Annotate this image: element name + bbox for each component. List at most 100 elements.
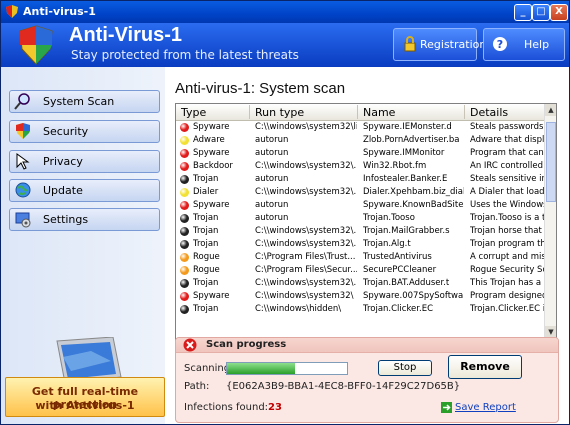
cell-run: C:\\windows\system32\... xyxy=(255,278,357,288)
table-row[interactable]: Spyware autorun Spyware.KnownBadSites Uses … xyxy=(176,199,544,212)
app-tagline: Stay protected from the latest threats xyxy=(71,48,299,62)
table-row[interactable]: Trojan autorun Infostealer.Banker.E Steals … xyxy=(176,173,544,186)
cell-type: Adware xyxy=(193,135,225,145)
header-banner: Anti-Virus-1 Stay protected from the lat… xyxy=(1,23,569,67)
scroll-thumb[interactable] xyxy=(546,122,556,202)
globe-icon xyxy=(15,182,31,198)
sidebar-item-privacy[interactable]: Privacy xyxy=(9,150,160,173)
cell-type: Dialer xyxy=(193,187,219,197)
threat-status-icon xyxy=(180,214,189,223)
threats-table: Type Run type Name Details Spyware C:\\wi… xyxy=(175,103,557,353)
page-title: Anti-virus-1: System scan xyxy=(175,80,346,97)
app-name: Anti-Virus-1 xyxy=(69,24,182,46)
save-arrow-icon xyxy=(441,402,452,413)
cell-type: Spyware xyxy=(193,200,230,210)
sidebar-item-label: Privacy xyxy=(43,155,83,168)
lock-icon xyxy=(404,36,416,52)
cell-run: C:\\windows\hidden\ xyxy=(255,304,342,314)
table-row[interactable]: Trojan autorun Trojan.Tooso Trojan.Tooso is… xyxy=(176,212,544,225)
table-row[interactable]: Spyware autorun Spyware.IMMonitor Program t… xyxy=(176,147,544,160)
table-row[interactable]: Dialer C:\\windows\system32\... Dialer.Xpe… xyxy=(176,186,544,199)
cell-details: This Trojan has a ma xyxy=(470,278,544,288)
save-report-label: Save Report xyxy=(455,402,516,413)
infections-count: 23 xyxy=(268,402,282,413)
sidebar-item-system-scan[interactable]: System Scan xyxy=(9,90,160,113)
table-row[interactable]: Adware autorun Zlob.PornAdvertiser.ba Adwar… xyxy=(176,134,544,147)
sidebar-item-label: Update xyxy=(43,184,83,197)
cell-name: Infostealer.Banker.E xyxy=(363,174,448,184)
threat-status-icon xyxy=(180,253,189,262)
cell-run: C:\Program Files\Trust... xyxy=(255,252,356,262)
threat-status-icon xyxy=(180,188,189,197)
cell-run: C:\\windows\system32\... xyxy=(255,226,357,236)
threat-status-icon xyxy=(180,279,189,288)
sidebar-item-settings[interactable]: Settings xyxy=(9,208,160,231)
help-icon: ? xyxy=(493,37,507,51)
threat-status-icon xyxy=(180,240,189,249)
column-header-name[interactable]: Name xyxy=(363,106,395,119)
error-icon xyxy=(183,338,197,352)
vertical-scrollbar[interactable]: ▲ ▼ xyxy=(544,104,556,338)
cell-type: Rogue xyxy=(193,252,220,262)
cell-details: A Dialer that loads p xyxy=(470,187,544,197)
cell-details: Uses the Windows h xyxy=(470,200,544,210)
cell-run: autorun xyxy=(255,148,289,158)
main-panel: Anti-virus-1: System scan Type Run type … xyxy=(165,67,569,424)
cell-type: Trojan xyxy=(193,278,219,288)
shield-icon xyxy=(6,5,18,18)
cell-details: Program that can be xyxy=(470,148,544,158)
threat-status-icon xyxy=(180,227,189,236)
path-value: {E062A3B9-BBA1-4EC8-BFF0-14F29C27D65B} xyxy=(226,381,461,392)
table-row[interactable]: Spyware C:\\windows\system32\li... Spyware… xyxy=(176,121,544,134)
cell-details: Trojan.Clicker.EC is xyxy=(470,304,544,314)
save-report-link[interactable]: Save Report xyxy=(441,402,516,413)
sidebar: System Scan Security Privacy Update Sett… xyxy=(1,67,165,424)
table-row[interactable]: Trojan C:\\windows\system32\... Trojan.Alg… xyxy=(176,238,544,251)
cell-type: Trojan xyxy=(193,226,219,236)
cell-details: Adware that display xyxy=(470,135,544,145)
table-row[interactable]: Spyware C:\\windows\system32\ Spyware.007S… xyxy=(176,290,544,303)
threat-status-icon xyxy=(180,305,189,314)
cell-details: An IRC controlled ba xyxy=(470,161,544,171)
cell-run: C:\\windows\system32\... xyxy=(255,187,357,197)
promo-line2: with Antivirus-1 xyxy=(35,399,135,412)
sidebar-item-update[interactable]: Update xyxy=(9,179,160,202)
title-bar[interactable]: Anti-virus-1 _ □ X xyxy=(1,1,569,23)
cell-run: autorun xyxy=(255,213,289,223)
column-header-type[interactable]: Type xyxy=(181,106,206,119)
stop-button[interactable]: Stop xyxy=(378,360,432,376)
gear-icon xyxy=(15,212,31,228)
column-header-run-type[interactable]: Run type xyxy=(255,106,304,119)
cell-type: Spyware xyxy=(193,291,230,301)
remove-button[interactable]: Remove xyxy=(448,355,522,379)
cell-name: Trojan.Tooso xyxy=(363,213,415,223)
minimize-button[interactable]: _ xyxy=(514,4,532,21)
sidebar-item-label: System Scan xyxy=(43,95,115,108)
close-button[interactable]: X xyxy=(550,4,568,21)
help-button[interactable]: ? Help xyxy=(483,28,565,61)
sidebar-item-security[interactable]: Security xyxy=(9,120,160,143)
table-row[interactable]: Rogue C:\Program Files\Secur... SecurePCCl… xyxy=(176,264,544,277)
scan-progress-bar xyxy=(226,362,348,375)
table-row[interactable]: Backdoor C:\\windows\system32\... Win32.Rb… xyxy=(176,160,544,173)
registration-button[interactable]: Registration xyxy=(393,28,486,61)
table-row[interactable]: Trojan C:\\windows\hidden\ Trojan.Clicker.… xyxy=(176,303,544,316)
cell-name: Zlob.PornAdvertiser.ba xyxy=(363,135,460,145)
table-row[interactable]: Trojan C:\\windows\system32\... Trojan.BAT… xyxy=(176,277,544,290)
scan-progress-title: Scan progress xyxy=(206,339,287,350)
scroll-up-icon[interactable]: ▲ xyxy=(545,104,556,116)
threat-status-icon xyxy=(180,292,189,301)
table-row[interactable]: Trojan C:\\windows\system32\... Trojan.Mai… xyxy=(176,225,544,238)
threat-status-icon xyxy=(180,136,189,145)
cell-type: Rogue xyxy=(193,265,220,275)
shield-logo-icon xyxy=(19,25,53,65)
column-header-details[interactable]: Details xyxy=(470,106,508,119)
get-protection-button[interactable]: Get full real-time protection with Antiv… xyxy=(5,377,165,417)
cell-type: Backdoor xyxy=(193,161,233,171)
maximize-button[interactable]: □ xyxy=(532,4,550,21)
table-row[interactable]: Rogue C:\Program Files\Trust... TrustedAnt… xyxy=(176,251,544,264)
cursor-icon xyxy=(16,153,30,170)
cell-run: autorun xyxy=(255,135,289,145)
registration-label: Registration xyxy=(420,38,487,51)
cell-details: Rogue Security Softv xyxy=(470,265,544,275)
